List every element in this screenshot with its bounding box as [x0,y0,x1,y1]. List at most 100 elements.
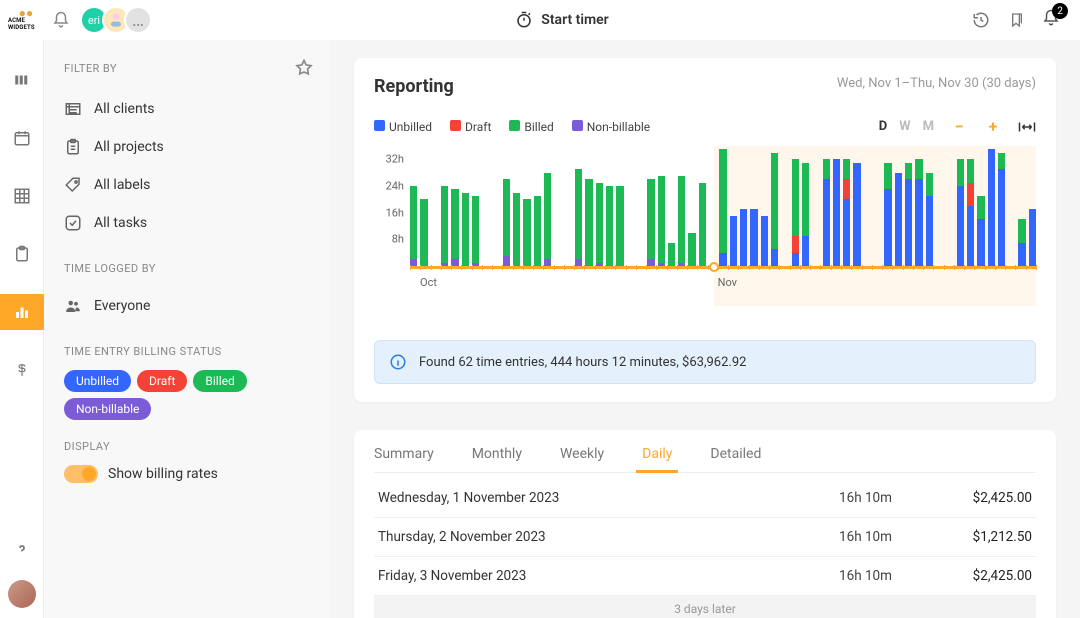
tab-summary[interactable]: Summary [374,436,434,472]
pill-draft[interactable]: Draft [137,370,187,392]
chart-bar[interactable] [575,146,582,266]
chart-bar[interactable] [802,146,809,266]
chart-bar[interactable] [451,146,458,266]
rail-clients-icon[interactable] [0,62,44,98]
zoom-out-button[interactable]: − [950,117,968,136]
chart-bar[interactable] [843,146,850,266]
chart-bar[interactable] [1018,146,1025,266]
chart-bar[interactable] [781,146,788,266]
tab-monthly[interactable]: Monthly [472,436,522,472]
chart-bar[interactable] [771,146,778,266]
chart-bar[interactable] [441,146,448,266]
pill-nonbillable[interactable]: Non-billable [64,398,151,420]
chart-bar[interactable] [1008,146,1015,266]
tab-daily[interactable]: Daily [642,436,672,472]
rail-grid-icon[interactable] [0,178,44,214]
chart-bar[interactable] [853,146,860,266]
bell-icon[interactable] [52,11,70,29]
chart-bar[interactable] [523,146,530,266]
chart-plot[interactable] [410,146,1036,266]
chart-bar[interactable] [874,146,881,266]
chart-bar[interactable] [534,146,541,266]
chart-bar[interactable] [420,146,427,266]
tab-weekly[interactable]: Weekly [560,436,604,472]
filter-everyone[interactable]: Everyone [64,287,314,325]
chart-bar[interactable] [977,146,984,266]
chart-bar[interactable] [833,146,840,266]
chart-bar[interactable] [503,146,510,266]
gran-week[interactable]: W [899,119,910,134]
chart-bar[interactable] [596,146,603,266]
chart-bar[interactable] [926,146,933,266]
legend-billed[interactable]: Billed [509,120,553,134]
notifications-button[interactable]: 2 [1042,9,1060,31]
date-range[interactable]: Wed, Nov 1–Thu, Nov 30 (30 days) [837,76,1036,91]
chart-bar[interactable] [709,146,716,266]
chart-bar[interactable] [585,146,592,266]
chart-bar[interactable] [823,146,830,266]
chart-bar[interactable] [864,146,871,266]
rail-calendar-icon[interactable] [0,120,44,156]
pill-unbilled[interactable]: Unbilled [64,370,131,392]
chart-bar[interactable] [616,146,623,266]
legend-nonbillable[interactable]: Non-billable [572,120,650,134]
rail-help-icon[interactable] [0,532,44,568]
chart-bar[interactable] [493,146,500,266]
chart-bar[interactable] [699,146,706,266]
chart-bar[interactable] [905,146,912,266]
chart-bar[interactable] [678,146,685,266]
chart-bar[interactable] [431,146,438,266]
chart-bar[interactable] [998,146,1005,266]
chart-bar[interactable] [472,146,479,266]
chart-bar[interactable] [936,146,943,266]
chart-bar[interactable] [988,146,995,266]
rail-user-avatar[interactable] [8,580,36,608]
chart-bar[interactable] [565,146,572,266]
filter-all-labels[interactable]: All labels [64,166,314,204]
chart-bar[interactable] [658,146,665,266]
chart-bar[interactable] [513,146,520,266]
avatar-more[interactable]: … [124,6,152,34]
chart-bar[interactable] [606,146,613,266]
chart-bar[interactable] [1029,146,1036,266]
star-icon[interactable] [294,58,314,78]
chart-bar[interactable] [915,146,922,266]
chart-bar[interactable] [637,146,644,266]
legend-unbilled[interactable]: Unbilled [374,120,432,134]
chart-bar[interactable] [410,146,417,266]
chart-bar[interactable] [967,146,974,266]
fit-width-icon[interactable] [1018,120,1036,134]
chart-bar[interactable] [792,146,799,266]
bookmark-icon[interactable] [1008,11,1024,29]
toggle-billing-rates[interactable] [64,465,98,483]
chart-bar[interactable] [627,146,634,266]
filter-all-clients[interactable]: All clients [64,90,314,128]
chart-bar[interactable] [761,146,768,266]
logo[interactable]: ●● ACME WIDGETS [8,4,44,36]
chart-bar[interactable] [544,146,551,266]
zoom-in-button[interactable]: + [984,117,1002,136]
rail-clipboard-icon[interactable] [0,236,44,272]
filter-all-tasks[interactable]: All tasks [64,204,314,242]
chart-bar[interactable] [482,146,489,266]
chart-bar[interactable] [688,146,695,266]
table-row[interactable]: Friday, 3 November 202316h 10m$2,425.00 [374,557,1036,596]
chart-bar[interactable] [719,146,726,266]
chart-bar[interactable] [946,146,953,266]
chart-bar[interactable] [750,146,757,266]
rail-reports-icon[interactable] [0,294,44,330]
start-timer-button[interactable]: Start timer [160,11,964,29]
rail-money-icon[interactable] [0,352,44,388]
legend-draft[interactable]: Draft [450,120,491,134]
chart-bar[interactable] [668,146,675,266]
chart-bar[interactable] [740,146,747,266]
tab-detailed[interactable]: Detailed [710,436,761,472]
gran-month[interactable]: M [923,119,934,134]
chart-bar[interactable] [730,146,737,266]
filter-all-projects[interactable]: All projects [64,128,314,166]
table-row[interactable]: Wednesday, 1 November 202316h 10m$2,425.… [374,479,1036,518]
history-icon[interactable] [972,11,990,29]
chart-bar[interactable] [554,146,561,266]
chart-bar[interactable] [812,146,819,266]
chart-bar[interactable] [957,146,964,266]
